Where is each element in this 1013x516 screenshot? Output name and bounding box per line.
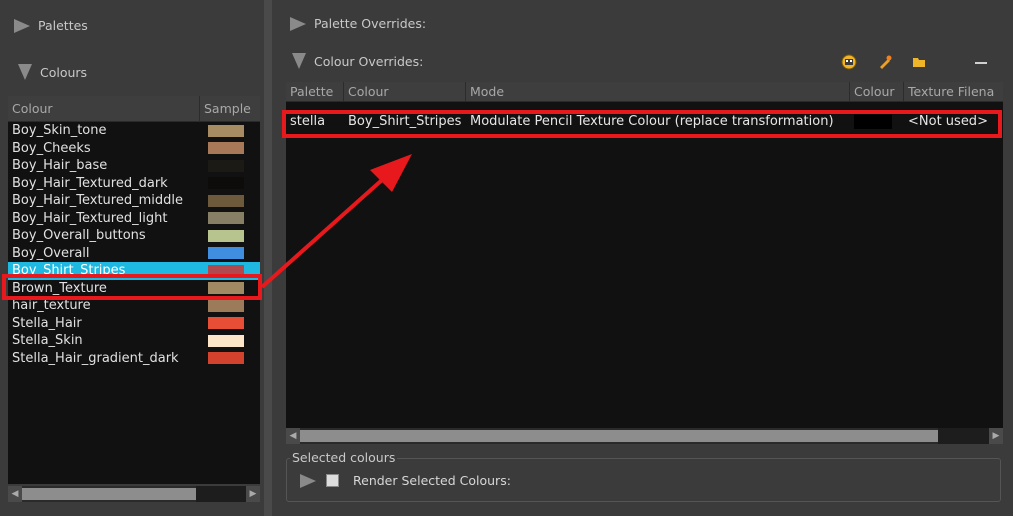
annotation-arrow: [260, 154, 412, 289]
